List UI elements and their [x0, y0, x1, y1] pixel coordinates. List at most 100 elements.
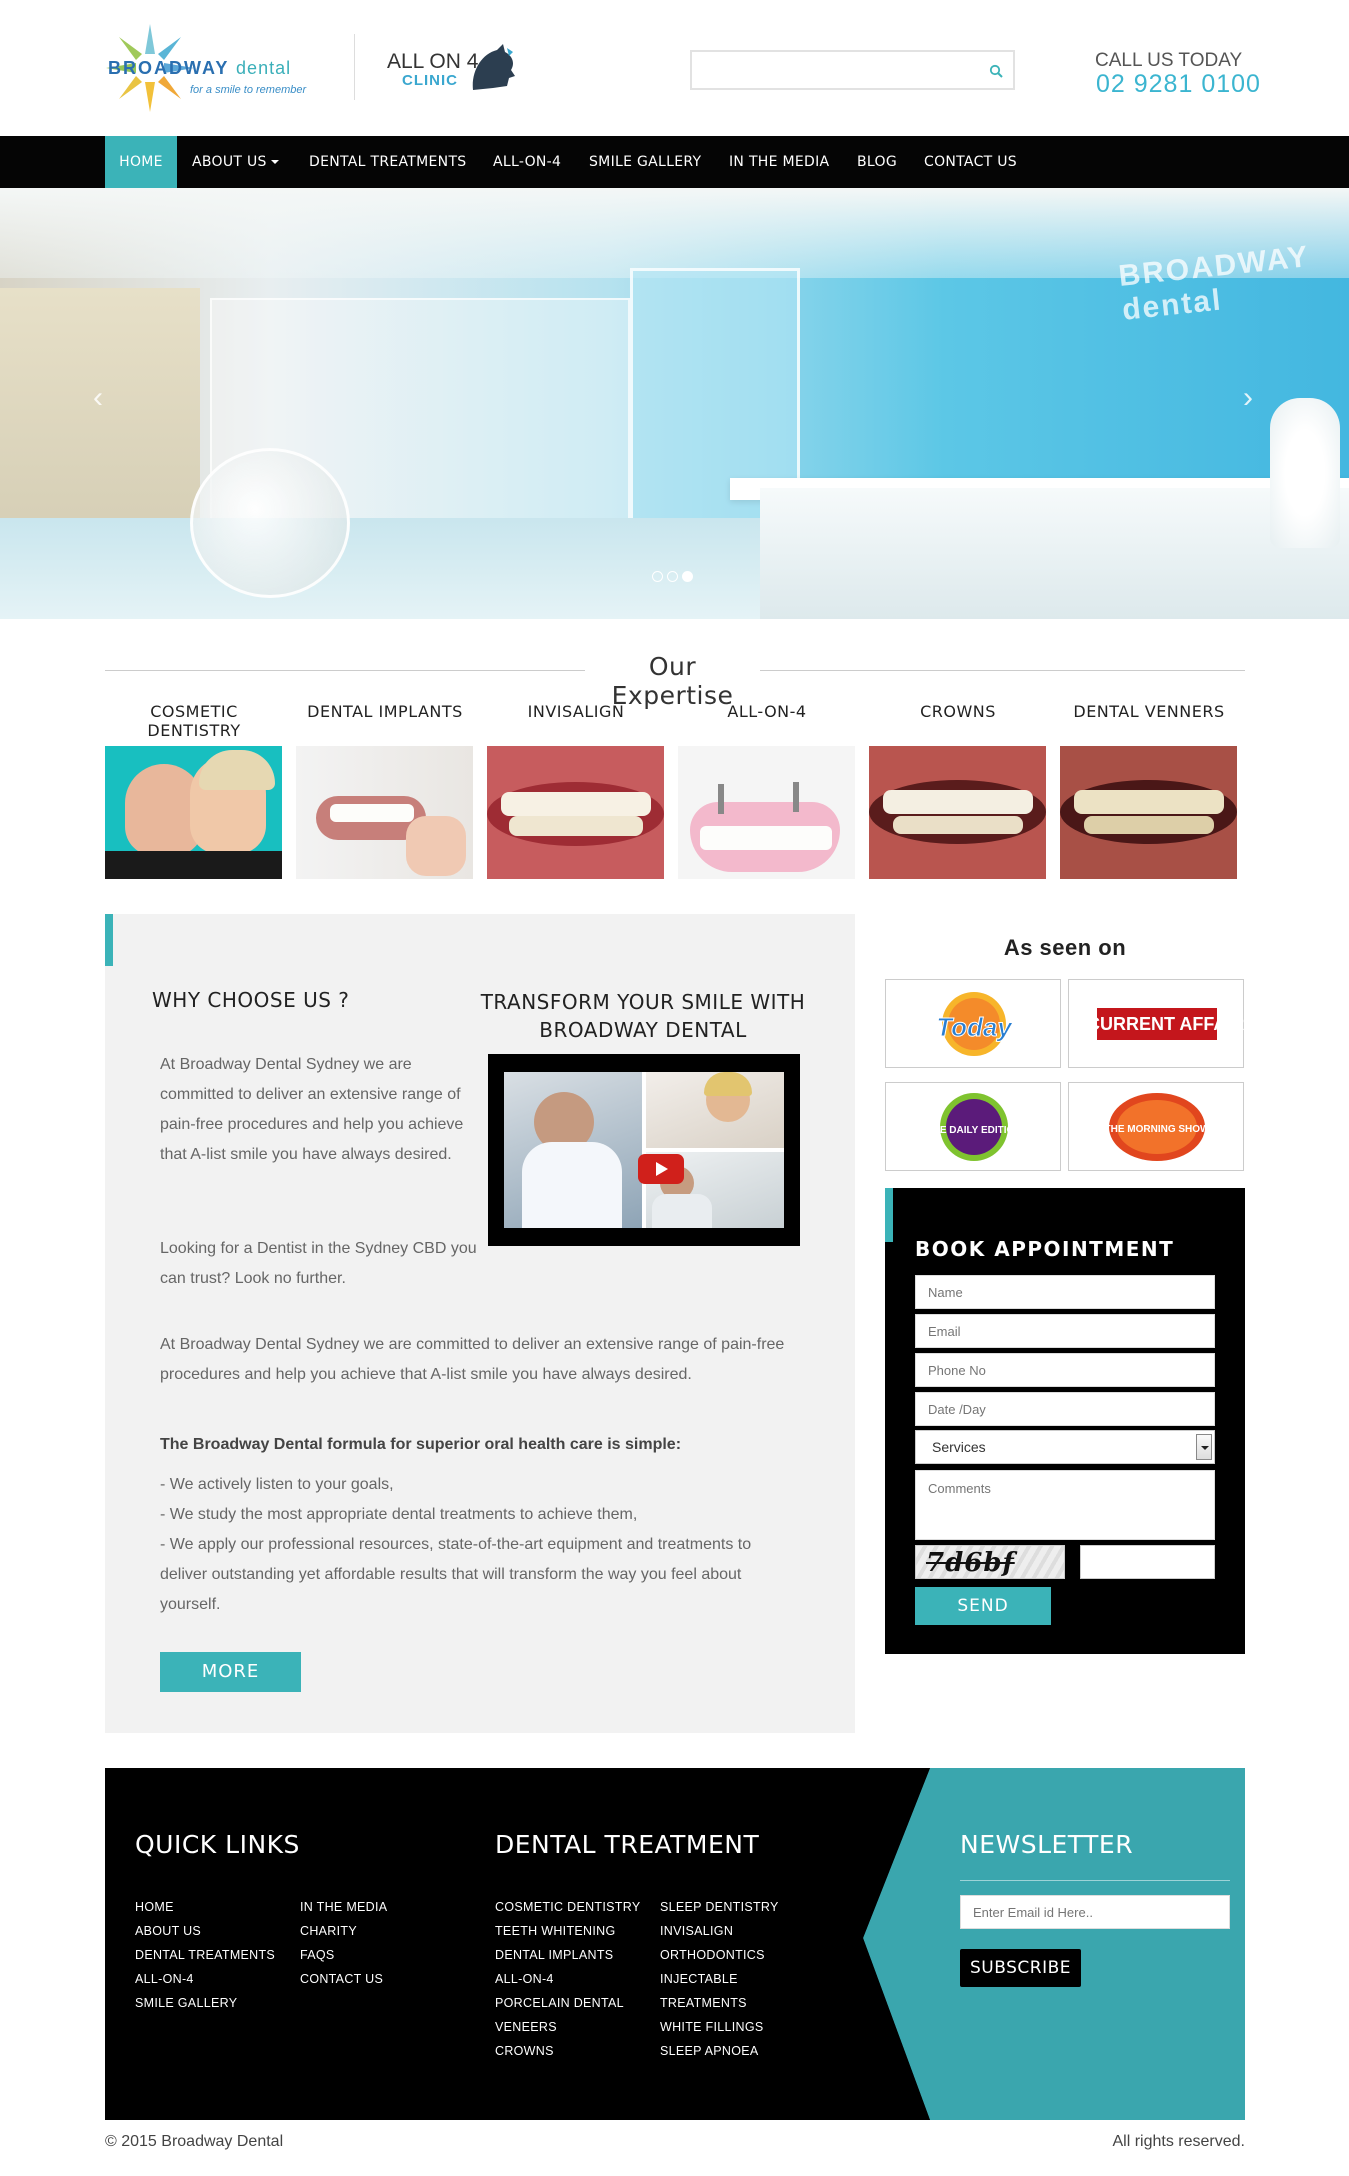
- logo-tagline: for a smile to remember: [190, 84, 307, 96]
- implants-image[interactable]: [296, 746, 473, 879]
- dental-treatment-title: DENTAL TREATMENT: [495, 1830, 760, 1859]
- footer-treatment-link[interactable]: PORCELAIN DENTAL: [495, 1996, 624, 2010]
- phone-field[interactable]: [915, 1353, 1215, 1387]
- daily-edition-logo-icon: THE DAILY EDITION: [926, 1093, 1022, 1161]
- send-button[interactable]: SEND: [915, 1587, 1051, 1625]
- morning-show-logo[interactable]: THE MORNING SHOW: [1068, 1082, 1244, 1171]
- footer-link-faqs[interactable]: FAQS: [300, 1948, 335, 1962]
- footer-treatment-link[interactable]: ALL-ON-4: [495, 1972, 554, 1986]
- caret-down-icon: [270, 160, 279, 164]
- today-logo-icon: Today: [936, 992, 1014, 1056]
- partner-logo-bottom[interactable]: CLINIC: [402, 72, 458, 89]
- footer-link-media[interactable]: IN THE MEDIA: [300, 1900, 387, 1914]
- footer-treatment-link[interactable]: COSMETIC DENTISTRY: [495, 1900, 640, 1914]
- nav-about-us[interactable]: ABOUT US: [192, 136, 279, 188]
- captcha-image: 7d6bf: [915, 1545, 1065, 1579]
- nav-home[interactable]: HOME: [105, 136, 177, 188]
- nav-contact-us[interactable]: CONTACT US: [924, 136, 1017, 188]
- hero-statue: [1270, 398, 1340, 548]
- play-icon[interactable]: [638, 1154, 684, 1184]
- expertise-crowns[interactable]: CROWNS: [869, 702, 1047, 879]
- expertise-dental-venners[interactable]: DENTAL VENNERS: [1060, 702, 1238, 879]
- footer-link-home[interactable]: HOME: [135, 1900, 174, 1914]
- slider-dots: [652, 569, 697, 587]
- chevron-left-icon[interactable]: ‹: [83, 383, 113, 413]
- morning-show-logo-text: THE MORNING SHOW: [1105, 1124, 1211, 1135]
- footer-link-allon4[interactable]: ALL-ON-4: [135, 1972, 194, 1986]
- email-field[interactable]: [915, 1314, 1215, 1348]
- today-logo[interactable]: Today: [885, 979, 1061, 1068]
- panel-accent-cover: [105, 966, 113, 1733]
- venners-image[interactable]: [1060, 746, 1237, 879]
- search-input[interactable]: [692, 52, 982, 88]
- expertise-invisalign[interactable]: INVISALIGN: [487, 702, 665, 879]
- footer-treatment-link[interactable]: SLEEP APNOEA: [660, 2044, 759, 2058]
- footer-link-about[interactable]: ABOUT US: [135, 1924, 201, 1938]
- expertise-label: INVISALIGN: [527, 702, 625, 721]
- date-field[interactable]: [915, 1392, 1215, 1426]
- seen-on-title: As seen on: [1003, 935, 1127, 960]
- select-arrow-icon[interactable]: [1196, 1434, 1212, 1460]
- newsletter-title: NEWSLETTER: [960, 1830, 1134, 1859]
- expertise-cosmetic-dentistry[interactable]: COSMETIC DENTISTRY: [105, 702, 283, 879]
- nav-contact-label: CONTACT US: [924, 154, 1017, 170]
- daily-edition-logo[interactable]: THE DAILY EDITION: [885, 1082, 1061, 1171]
- search-box[interactable]: [690, 50, 1015, 90]
- name-field[interactable]: [915, 1275, 1215, 1309]
- expertise-all-on-4[interactable]: ALL-ON-4: [678, 702, 856, 879]
- slider-dot-1[interactable]: [652, 571, 663, 582]
- footer-treatment-link[interactable]: TREATMENTS: [660, 1996, 747, 2010]
- why-bullet-3: - We apply our professional resources, s…: [160, 1536, 752, 1613]
- chevron-right-icon[interactable]: ›: [1233, 383, 1263, 413]
- footer-link-contact[interactable]: CONTACT US: [300, 1972, 383, 1986]
- footer-treatment-link[interactable]: WHITE FILLINGS: [660, 2020, 764, 2034]
- invisalign-image[interactable]: [487, 746, 664, 879]
- nav-in-the-media[interactable]: IN THE MEDIA: [729, 136, 829, 188]
- nav-home-label: HOME: [119, 154, 163, 170]
- call-label: CALL US TODAY: [1095, 50, 1243, 71]
- allon4-image[interactable]: [678, 746, 855, 879]
- logo-brand-suffix: dental: [236, 58, 292, 78]
- slider-dot-3[interactable]: [682, 571, 693, 582]
- footer-treatment-link[interactable]: DENTAL IMPLANTS: [495, 1948, 613, 1962]
- footer-teal-shape: [857, 1768, 1245, 2120]
- crowns-image[interactable]: [869, 746, 1046, 879]
- cosmetic-image[interactable]: [105, 746, 282, 879]
- header-divider: [354, 34, 355, 100]
- nav-dental-treatments[interactable]: DENTAL TREATMENTS: [309, 136, 467, 188]
- video-player[interactable]: [488, 1054, 800, 1246]
- logo-brand[interactable]: BROADWAY dental: [108, 58, 291, 79]
- nav-smile-gallery[interactable]: SMILE GALLERY: [589, 136, 701, 188]
- comments-field[interactable]: [915, 1470, 1215, 1540]
- footer-treatment-link[interactable]: ORTHODONTICS: [660, 1948, 765, 1962]
- expertise-rule-right: [760, 670, 1245, 671]
- services-select[interactable]: Services: [915, 1430, 1215, 1464]
- current-affair-logo[interactable]: A CURRENT AFFAIR: [1068, 979, 1244, 1068]
- footer-treatment-link[interactable]: INJECTABLE: [660, 1972, 738, 1986]
- hero-chair: [190, 448, 350, 598]
- captcha-input[interactable]: [1080, 1545, 1215, 1579]
- why-formula: The Broadway Dental formula for superior…: [160, 1436, 682, 1453]
- call-number[interactable]: 02 9281 0100: [1096, 70, 1261, 99]
- search-icon[interactable]: [989, 64, 1003, 78]
- nav-treatments-label: DENTAL TREATMENTS: [309, 154, 467, 170]
- subscribe-button[interactable]: SUBSCRIBE: [960, 1949, 1081, 1987]
- footer-link-treatments[interactable]: DENTAL TREATMENTS: [135, 1948, 275, 1962]
- nav-all-on-4[interactable]: ALL-ON-4: [493, 136, 561, 188]
- footer-treatment-link[interactable]: TEETH WHITENING: [495, 1924, 615, 1938]
- footer-treatment-link[interactable]: VENEERS: [495, 2020, 557, 2034]
- newsletter-email-input[interactable]: [960, 1895, 1230, 1929]
- slider-dot-2[interactable]: [667, 571, 678, 582]
- footer-link-gallery[interactable]: SMILE GALLERY: [135, 1996, 237, 2010]
- nav-blog[interactable]: BLOG: [857, 136, 897, 188]
- footer-treatment-link[interactable]: INVISALIGN: [660, 1924, 733, 1938]
- footer-treatment-link[interactable]: CROWNS: [495, 2044, 554, 2058]
- footer-treatment-link[interactable]: SLEEP DENTISTRY: [660, 1900, 779, 1914]
- site-footer: QUICK LINKS HOME ABOUT US DENTAL TREATME…: [105, 1768, 1245, 2120]
- expertise-dental-implants[interactable]: DENTAL IMPLANTS: [296, 702, 474, 879]
- hero-slider: BROADWAY dental ‹ ›: [0, 188, 1349, 619]
- transform-title: TRANSFORM YOUR SMILE WITH BROADWAY DENTA…: [480, 990, 806, 1042]
- expertise-label: DENTAL IMPLANTS: [307, 702, 463, 721]
- more-button[interactable]: MORE: [160, 1652, 301, 1692]
- footer-link-charity[interactable]: CHARITY: [300, 1924, 357, 1938]
